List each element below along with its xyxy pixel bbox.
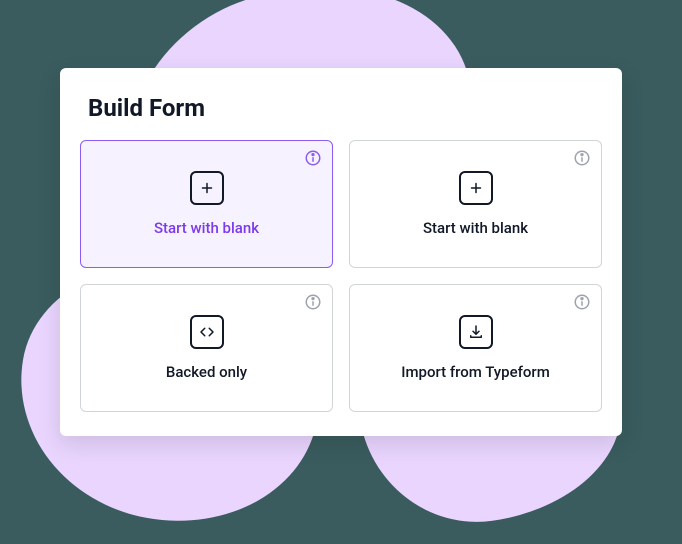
code-icon xyxy=(190,315,224,349)
plus-icon xyxy=(190,171,224,205)
page-title: Build Form xyxy=(88,94,598,122)
plus-icon xyxy=(459,171,493,205)
option-grid: Start with blank Start with blank xyxy=(80,140,602,412)
option-backed-only[interactable]: Backed only xyxy=(80,284,333,412)
option-label: Start with blank xyxy=(423,219,528,237)
info-icon[interactable] xyxy=(573,149,591,167)
option-label: Import from Typeform xyxy=(401,363,550,381)
option-label: Start with blank xyxy=(154,219,259,237)
download-icon xyxy=(459,315,493,349)
build-form-panel: Build Form Start with blank xyxy=(60,68,622,436)
option-start-blank[interactable]: Start with blank xyxy=(80,140,333,268)
info-icon[interactable] xyxy=(573,293,591,311)
option-label: Backed only xyxy=(166,363,247,381)
info-icon[interactable] xyxy=(304,149,322,167)
info-icon[interactable] xyxy=(304,293,322,311)
option-start-blank[interactable]: Start with blank xyxy=(349,140,602,268)
option-import-typeform[interactable]: Import from Typeform xyxy=(349,284,602,412)
